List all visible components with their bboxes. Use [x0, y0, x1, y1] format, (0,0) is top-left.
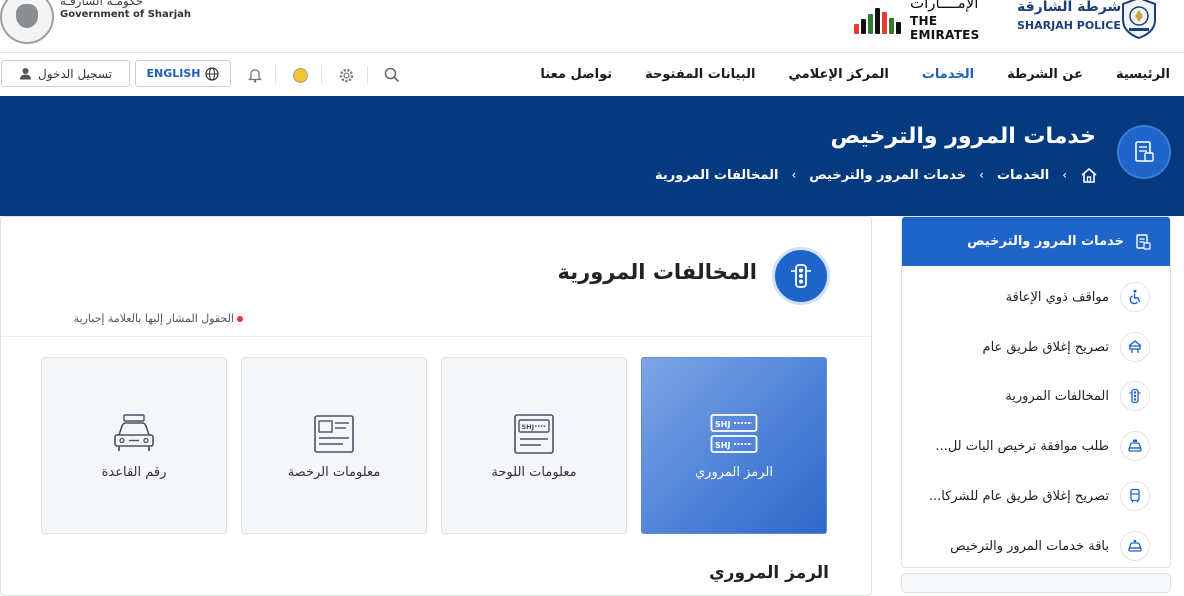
emirates-bar [861, 19, 866, 34]
option-traffic-code[interactable]: SHJ SHJ الرمز المروري [641, 357, 827, 534]
nav-item-contact[interactable]: تواصل معنا [540, 67, 612, 82]
nav-menu: الرئيسية عن الشرطة الخدمات المركز الإعلا… [540, 53, 1170, 96]
emirates-bar [882, 12, 887, 34]
language-label: ENGLISH [146, 67, 201, 80]
nav-item-home[interactable]: الرئيسية [1116, 67, 1170, 82]
settings-icon[interactable] [336, 65, 356, 85]
chevron-left-icon: ‹ [791, 168, 797, 182]
option-label: الرمز المروري [694, 465, 773, 480]
option-label: رقم القاعدة [101, 465, 167, 480]
emirates-bars-icon [852, 6, 904, 34]
nav-item-services[interactable]: الخدمات [922, 67, 974, 82]
hero-title: خدمات المرور والترخيص [830, 124, 1096, 149]
svg-text:SHJ: SHJ [522, 423, 535, 431]
sidebar-item-label: طلب موافقة ترخيص آليات لل... [935, 438, 1109, 454]
search-icon[interactable] [382, 65, 402, 85]
svg-text:SHJ: SHJ [715, 441, 730, 450]
svg-text:SHJ: SHJ [715, 420, 730, 429]
gov-logo-text-en: Government of Sharjah [60, 9, 192, 20]
top-logo-bar: حكومـة الشارقـة Government of Sharjah ال… [0, 0, 1184, 53]
breadcrumb-item-traffic-violations: المخالفات المرورية [655, 167, 779, 183]
section-title: الرمز المروري [709, 563, 829, 583]
user-icon [20, 68, 32, 80]
breadcrumb-item-traffic-licensing[interactable]: خدمات المرور والترخيص [809, 168, 966, 183]
login-label: تسجيل الدخول [38, 66, 112, 81]
required-fields-note: الحقول المشار إليها بالعلامة إجبارية [74, 312, 243, 325]
emirates-bar [889, 18, 894, 34]
login-button[interactable]: تسجيل الدخول [1, 60, 130, 87]
sidebar-item-company-road-closure[interactable]: تصريح إغلاق طريق عام للشركا... [902, 471, 1170, 521]
police-emblem-icon[interactable] [1115, 0, 1163, 40]
bus-icon [1120, 481, 1150, 511]
road-closure-icon [1120, 332, 1150, 362]
sidebar-item-label: خدمات المرور والترخيص [967, 234, 1124, 249]
required-note-text: الحقول المشار إليها بالعلامة إجبارية [73, 312, 234, 325]
gov-logo-text-ar: حكومـة الشارقـة [60, 0, 144, 8]
required-marker-icon [237, 315, 243, 322]
sidebar-item-label: مواقف ذوي الإعاقة [1005, 289, 1109, 305]
secondary-sidebar-card [901, 573, 1171, 593]
card-divider [1, 336, 871, 337]
police-logo-text-ar: شرطة الشارقة [1017, 0, 1122, 15]
option-license-info[interactable]: معلومات الرخصة [241, 357, 427, 534]
breadcrumb: ‹ الخدمات ‹ خدمات المرور والترخيص ‹ المخ… [655, 165, 1098, 185]
falcon-emblem-icon[interactable] [0, 0, 54, 44]
breadcrumb-item-services[interactable]: الخدمات [997, 168, 1049, 183]
nav-divider [367, 66, 368, 84]
car-license-icon [1120, 431, 1150, 461]
nav-divider [321, 66, 322, 84]
main-navbar: تسجيل الدخول ENGLISH الرئيسية عن الشرطة … [0, 53, 1184, 96]
document-icon [1136, 233, 1151, 250]
sidebar-item-label: تصريح إغلاق طريق عام للشركا... [928, 488, 1109, 504]
plate-code-icon: SHJ SHJ [710, 411, 758, 457]
nav-item-about[interactable]: عن الشرطة [1007, 67, 1083, 82]
traffic-light-icon [772, 247, 830, 305]
option-label: معلومات الرخصة [287, 465, 381, 480]
option-plate-info[interactable]: SHJ معلومات اللوحة [441, 357, 627, 534]
service-card: المخالفات المرورية الحقول المشار إليها ب… [0, 216, 872, 596]
nav-item-open-data[interactable]: البيانات المفتوحة [645, 67, 755, 82]
page-hero: خدمات المرور والترخيص ‹ الخدمات ‹ خدمات … [0, 96, 1184, 216]
sidebar-item-label: تصريح إغلاق طريق عام [982, 339, 1109, 355]
document-icon [1117, 125, 1171, 179]
home-icon[interactable] [1080, 167, 1098, 184]
sidebar-item-road-closure[interactable]: تصريح إغلاق طريق عام [902, 322, 1170, 372]
option-label: معلومات اللوحة [491, 465, 577, 480]
option-chassis-number[interactable]: رقم القاعدة [41, 357, 227, 534]
emirates-logo[interactable]: الإمــــارات THE EMIRATES [852, 0, 1002, 42]
emirates-bar [875, 8, 880, 34]
chevron-left-icon: ‹ [1062, 168, 1067, 182]
nav-item-media[interactable]: المركز الإعلامي [788, 67, 888, 82]
chevron-left-icon: ‹ [979, 168, 984, 182]
emirates-bar [868, 14, 873, 34]
sidebar-item-vehicle-license-approval[interactable]: طلب موافقة ترخيص آليات لل... [902, 421, 1170, 471]
emirates-text-en: THE EMIRATES [910, 14, 980, 42]
sidebar-item-traffic-licensing[interactable]: خدمات المرور والترخيص [902, 217, 1170, 266]
license-card-icon [310, 411, 358, 457]
emirates-bar [854, 24, 859, 34]
sidebar-item-services-package[interactable]: باقة خدمات المرور والترخيص [902, 521, 1170, 567]
traffic-light-icon [1120, 381, 1150, 411]
globe-icon [205, 66, 220, 81]
services-sidebar: خدمات المرور والترخيص مواقف ذوي الإعاقة … [901, 216, 1171, 568]
language-button[interactable]: ENGLISH [135, 60, 231, 87]
car-front-icon [110, 411, 158, 457]
sidebar-item-disabled-parking[interactable]: مواقف ذوي الإعاقة [902, 272, 1170, 322]
emirates-bar [896, 22, 901, 34]
sidebar-item-label: المخالفات المرورية [1005, 388, 1109, 404]
page-title: المخالفات المرورية [557, 260, 757, 284]
sidebar-item-label: باقة خدمات المرور والترخيص [950, 538, 1109, 554]
emirates-text-ar: الإمــــارات [910, 0, 979, 12]
bell-icon[interactable] [245, 65, 265, 85]
police-logo-text-en: SHARJAH POLICE [1017, 19, 1121, 32]
nav-divider [275, 66, 276, 84]
wheelchair-icon [1120, 282, 1150, 312]
car-package-icon [1120, 531, 1150, 561]
plate-info-icon: SHJ [510, 411, 558, 457]
theme-toggle-icon[interactable] [290, 65, 310, 85]
sidebar-item-traffic-violations[interactable]: المخالفات المرورية [902, 371, 1170, 421]
